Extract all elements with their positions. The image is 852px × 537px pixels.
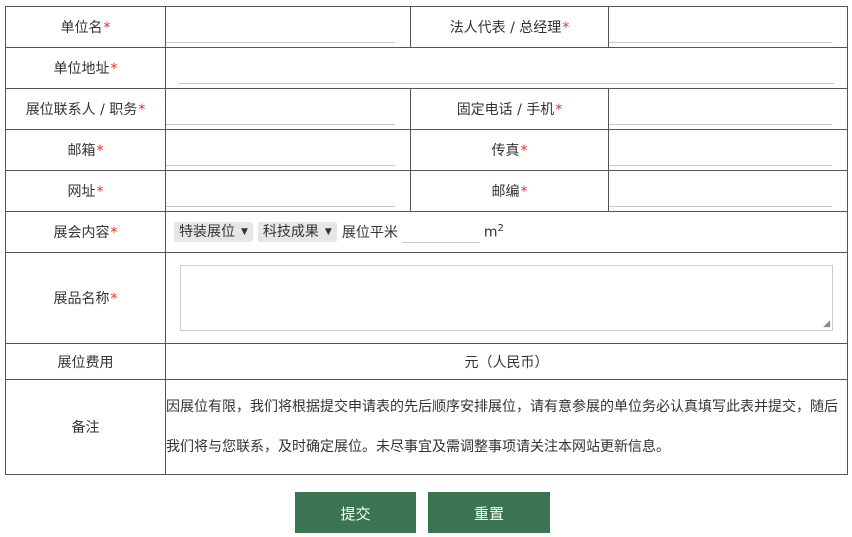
required-mark: * [103,20,111,36]
email-label: 邮箱* [5,129,166,171]
booth-type-select[interactable]: 特装展位 ▼ [174,222,253,242]
fax-label: 传真* [410,129,609,171]
unit-name-input[interactable] [166,22,395,43]
resize-grip-icon[interactable]: ◢ [823,319,830,329]
required-mark: * [520,143,528,159]
row-website: 网址* 邮编* [5,170,848,212]
required-mark: * [520,184,528,200]
postcode-input[interactable] [609,186,832,207]
area-label: 展位平米 [341,225,398,241]
chevron-down-icon: ▼ [324,227,332,237]
submit-button[interactable]: 提交 [295,492,416,533]
row-note: 备注 因展位有限，我们将根据提交申请表的先后顺序安排展位，请有意参展的单位务必认… [5,379,848,475]
reset-button[interactable]: 重置 [428,492,550,533]
row-address: 单位地址* [5,47,848,89]
row-unit-name: 单位名* 法人代表 / 总经理* [5,6,848,48]
required-mark: * [555,102,563,118]
row-fee: 展位费用 元（人民币） [5,343,848,380]
exhibits-textarea[interactable]: ◢ [180,265,833,331]
fee-label: 展位费用 [5,343,166,380]
note-label: 备注 [5,379,166,475]
form-actions: 提交 重置 [0,492,852,533]
address-label: 单位地址* [5,47,166,89]
legal-rep-input[interactable] [609,22,832,43]
category-select[interactable]: 科技成果 ▼ [257,222,337,242]
fax-input[interactable] [609,145,832,166]
area-unit: m2 [483,223,504,241]
website-label: 网址* [5,170,166,212]
required-mark: * [96,143,104,159]
required-mark: * [110,291,118,307]
required-mark: * [96,184,104,200]
required-mark: * [562,20,570,36]
exhibits-label: 展品名称* [5,252,166,344]
row-content: 展会内容* 特装展位 ▼ 科技成果 ▼ 展位平米 m2 [5,211,848,253]
required-mark: * [138,102,146,118]
area-input[interactable] [401,222,480,243]
postcode-label: 邮编* [410,170,609,212]
required-mark: * [110,225,118,241]
note-text: 因展位有限，我们将根据提交申请表的先后顺序安排展位，请有意参展的单位务必认真填写… [165,379,848,475]
phone-input[interactable] [609,104,832,125]
chevron-down-icon: ▼ [241,227,248,237]
email-input[interactable] [166,145,395,166]
content-label: 展会内容* [5,211,166,253]
row-contact: 展位联系人 / 职务* 固定电话 / 手机* [5,88,848,130]
registration-form-table: 单位名* 法人代表 / 总经理* 单位地址* 展位联系人 / 职务* 固定电话 … [5,6,848,475]
website-input[interactable] [166,186,395,207]
unit-name-label: 单位名* [5,6,166,48]
address-input[interactable] [178,63,834,84]
contact-input[interactable] [166,104,395,125]
row-email: 邮箱* 传真* [5,129,848,171]
row-exhibits: 展品名称* ◢ [5,252,848,344]
legal-rep-label: 法人代表 / 总经理* [410,6,609,48]
required-mark: * [110,61,118,77]
fee-value: 元（人民币） [165,343,848,380]
phone-label: 固定电话 / 手机* [410,88,609,130]
contact-label: 展位联系人 / 职务* [5,88,166,130]
